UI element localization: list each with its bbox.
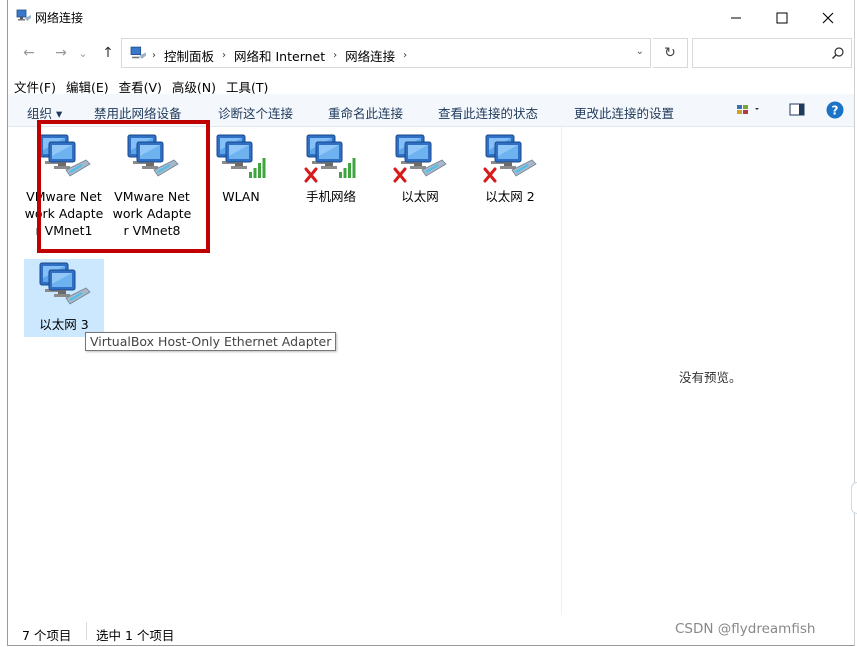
- network-adapter-icon: [36, 132, 92, 184]
- list-item[interactable]: VMware Network Adapter VMnet8: [112, 132, 192, 239]
- list-item[interactable]: VMware Network Adapter VMnet1: [24, 132, 104, 239]
- address-bar[interactable]: › 控制面板 › 网络和 Internet › 网络连接 › ⌄: [121, 38, 651, 68]
- search-icon: [832, 47, 844, 59]
- network-connections-icon: [16, 9, 31, 21]
- view-status-button[interactable]: 查看此连接的状态: [438, 103, 538, 122]
- svg-text:?: ?: [832, 104, 839, 118]
- minimize-button[interactable]: [713, 4, 759, 32]
- change-settings-button[interactable]: 更改此连接的设置: [574, 103, 674, 122]
- network-adapter-icon: [39, 262, 91, 305]
- maximize-icon: [776, 12, 788, 24]
- search-input[interactable]: [692, 38, 852, 68]
- address-dropdown-icon[interactable]: ⌄: [636, 46, 644, 57]
- forward-button[interactable]: →: [50, 42, 72, 64]
- preview-placeholder: 没有预览。: [679, 370, 742, 385]
- forward-arrow-icon: →: [55, 45, 67, 61]
- up-button[interactable]: ↑: [97, 42, 119, 64]
- close-button[interactable]: [805, 4, 851, 32]
- wifi-adapter-icon: [216, 134, 266, 178]
- preview-pane-icon: [789, 103, 805, 116]
- preview-pane-divider[interactable]: [561, 127, 562, 615]
- item-label: VMware Network Adapter VMnet1: [24, 189, 104, 238]
- maximize-button[interactable]: [759, 4, 805, 32]
- list-item[interactable]: WLAN: [201, 132, 281, 205]
- ethernet-disabled-icon: [483, 134, 537, 183]
- breadcrumb-separator-icon: ›: [222, 50, 227, 61]
- item-label: WLAN: [222, 189, 260, 204]
- mobile-network-disabled-icon: [304, 134, 356, 183]
- breadcrumb-network-internet[interactable]: 网络和 Internet: [234, 46, 325, 65]
- tooltip: VirtualBox Host-Only Ethernet Adapter: [85, 332, 337, 351]
- breadcrumb-separator-icon: ›: [333, 50, 338, 61]
- status-divider: [86, 622, 87, 640]
- help-icon: ?: [826, 101, 844, 119]
- wifi-adapter-icon: [213, 132, 269, 184]
- item-label: 以太网 2: [485, 189, 535, 204]
- help-button[interactable]: ?: [825, 100, 845, 123]
- network-adapter-icon: [124, 132, 180, 184]
- rename-button[interactable]: 重命名此连接: [328, 103, 403, 122]
- mobile-network-disabled-icon: [303, 132, 359, 184]
- network-connections-icon: [130, 46, 146, 59]
- back-arrow-icon: ←: [23, 45, 35, 61]
- close-icon: [822, 12, 834, 24]
- ethernet-disabled-icon: [393, 134, 447, 183]
- item-label: 手机网络: [305, 189, 356, 204]
- item-label: VMware Network Adapter VMnet8: [112, 189, 192, 238]
- network-adapter-icon: [36, 260, 92, 312]
- breadcrumb-network-connections[interactable]: 网络连接: [345, 46, 395, 65]
- view-options-button[interactable]: [736, 100, 762, 121]
- list-item[interactable]: 以太网 2: [470, 132, 550, 205]
- explorer-window: 网络连接 ← → ⌄ ↑ › 控制面板 › 网络和 Internet › 网络连…: [7, 0, 857, 646]
- file-list: VMware Network Adapter VMnet1 VMware Net…: [8, 127, 561, 615]
- breadcrumb-control-panel[interactable]: 控制面板: [164, 46, 214, 65]
- recent-locations-button[interactable]: ⌄: [76, 42, 90, 64]
- preview-pane-button[interactable]: [788, 100, 806, 121]
- ethernet-disabled-icon: [392, 132, 448, 184]
- diagnose-button[interactable]: 诊断这个连接: [218, 103, 293, 122]
- disable-device-button[interactable]: 禁用此网络设备: [94, 103, 182, 122]
- view-grid-icon: [737, 105, 759, 114]
- selected-count: 选中 1 个项目: [96, 628, 175, 643]
- item-count: 7 个项目: [22, 628, 72, 643]
- chevron-down-icon: ⌄: [78, 46, 88, 60]
- network-adapter-icon: [127, 134, 179, 177]
- back-button[interactable]: ←: [18, 42, 40, 64]
- side-tab[interactable]: [851, 482, 857, 514]
- refresh-button[interactable]: ↻: [653, 38, 688, 68]
- title-bar: 网络连接: [8, 0, 854, 34]
- ethernet-disabled-icon: [482, 132, 538, 184]
- list-item[interactable]: 手机网络: [291, 132, 371, 205]
- refresh-icon: ↻: [664, 45, 676, 61]
- list-item[interactable]: 以太网: [380, 132, 460, 205]
- command-bar: 组织 ▾ 禁用此网络设备 诊断这个连接 重命名此连接 查看此连接的状态 更改此连…: [8, 94, 854, 127]
- item-label: 以太网 3: [39, 317, 89, 332]
- item-label: 以太网: [401, 189, 439, 204]
- window-title: 网络连接: [35, 11, 84, 25]
- organize-button[interactable]: 组织 ▾: [27, 103, 62, 122]
- watermark: CSDN @flydreamfish: [675, 621, 816, 637]
- up-arrow-icon: ↑: [102, 45, 114, 61]
- breadcrumb-separator-icon: ›: [152, 50, 156, 61]
- breadcrumb-separator-icon: ›: [403, 50, 408, 61]
- list-item-selected[interactable]: 以太网 3: [24, 259, 104, 337]
- minimize-icon: [731, 17, 741, 19]
- breadcrumb: › 控制面板 › 网络和 Internet › 网络连接 ›: [152, 46, 407, 65]
- network-adapter-icon: [39, 134, 91, 177]
